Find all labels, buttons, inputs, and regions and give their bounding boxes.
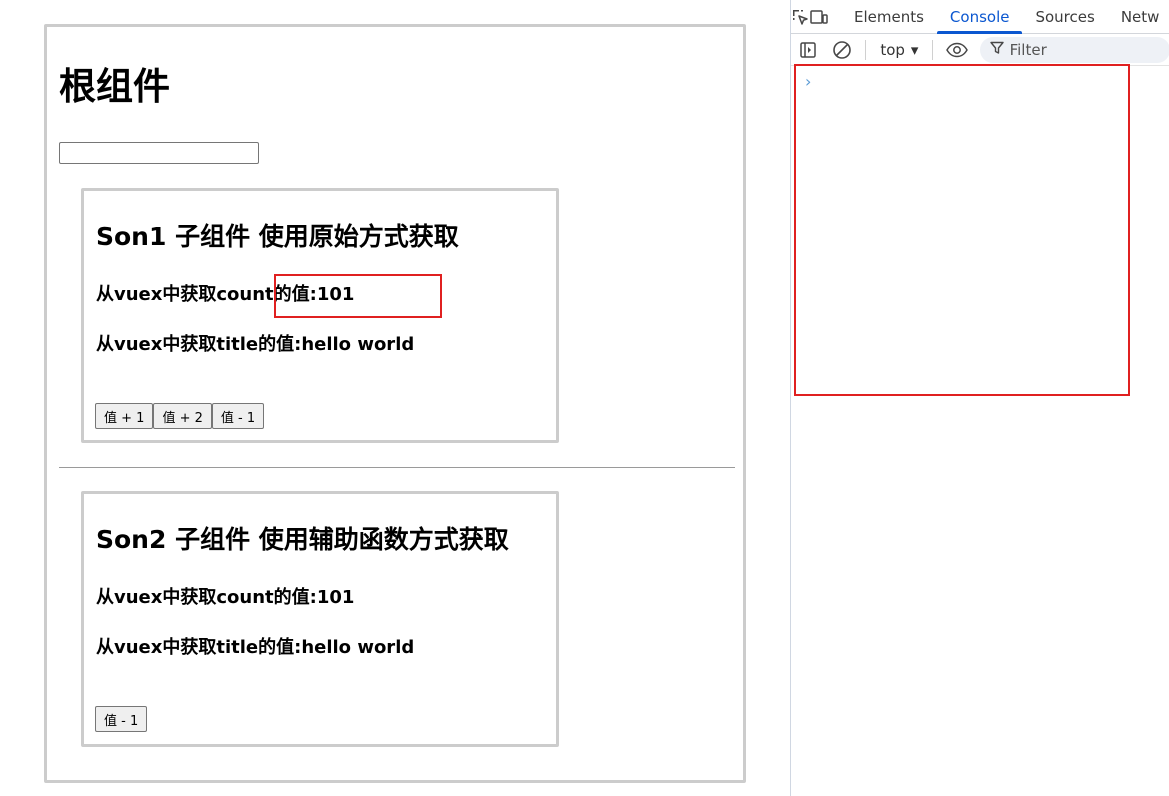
son2-sub-1-button[interactable]: 值 - 1: [95, 706, 148, 732]
console-toolbar: top ▾ Filter: [791, 35, 1169, 66]
son2-component: Son2 子组件 使用辅助函数方式获取 从vuex中获取count的值:101 …: [81, 491, 559, 747]
app-page: 根组件 Son1 子组件 使用原始方式获取 从vuex中获取count的值:10…: [0, 0, 790, 796]
devtools-tab-bar: Elements Console Sources Netw: [791, 0, 1169, 34]
son1-title-line: 从vuex中获取title的值:hello world: [96, 334, 415, 355]
inspect-element-icon[interactable]: [791, 0, 809, 34]
toolbar-separator: [932, 40, 934, 60]
tab-console[interactable]: Console: [936, 0, 1023, 34]
context-label: top: [880, 41, 905, 59]
tab-network[interactable]: Netw: [1108, 0, 1169, 34]
son1-add-1-button[interactable]: 值 + 1: [95, 403, 154, 429]
son1-button-row: 值 + 1 值 + 2 值 - 1: [95, 403, 265, 429]
console-prompt-icon: ›: [805, 72, 812, 91]
son2-title-line: 从vuex中获取title的值:hello world: [96, 637, 415, 658]
eye-icon[interactable]: [939, 33, 973, 67]
root-text-input[interactable]: [59, 142, 259, 164]
son2-count-line: 从vuex中获取count的值:101: [96, 587, 355, 608]
context-selector[interactable]: top ▾: [872, 41, 926, 59]
son1-sub-1-button[interactable]: 值 - 1: [211, 403, 265, 429]
device-toolbar-icon[interactable]: [809, 0, 829, 34]
root-component: 根组件 Son1 子组件 使用原始方式获取 从vuex中获取count的值:10…: [44, 24, 746, 783]
sidebar-toggle-icon[interactable]: [791, 33, 825, 67]
filter-input[interactable]: Filter: [979, 37, 1169, 63]
son1-add-2-button[interactable]: 值 + 2: [153, 403, 212, 429]
filter-placeholder: Filter: [1009, 41, 1047, 59]
filter-icon: [989, 41, 1004, 59]
son2-title: Son2 子组件 使用辅助函数方式获取: [96, 525, 509, 554]
caret-down-icon: ▾: [910, 41, 919, 59]
son1-title: Son1 子组件 使用原始方式获取: [96, 222, 459, 251]
son2-button-row: 值 - 1: [95, 706, 148, 732]
toolbar-separator: [865, 40, 867, 60]
clear-console-icon[interactable]: [825, 33, 859, 67]
son1-count-line: 从vuex中获取count的值:101: [96, 284, 355, 305]
divider: [59, 467, 735, 468]
son1-component: Son1 子组件 使用原始方式获取 从vuex中获取count的值:101 从v…: [81, 188, 559, 443]
console-output[interactable]: ›: [791, 66, 1169, 796]
tab-sources[interactable]: Sources: [1022, 0, 1107, 34]
root-title: 根组件: [59, 65, 170, 108]
tab-elements[interactable]: Elements: [841, 0, 937, 34]
devtools-panel: Elements Console Sources Netw top ▾ Filt…: [790, 0, 1169, 796]
